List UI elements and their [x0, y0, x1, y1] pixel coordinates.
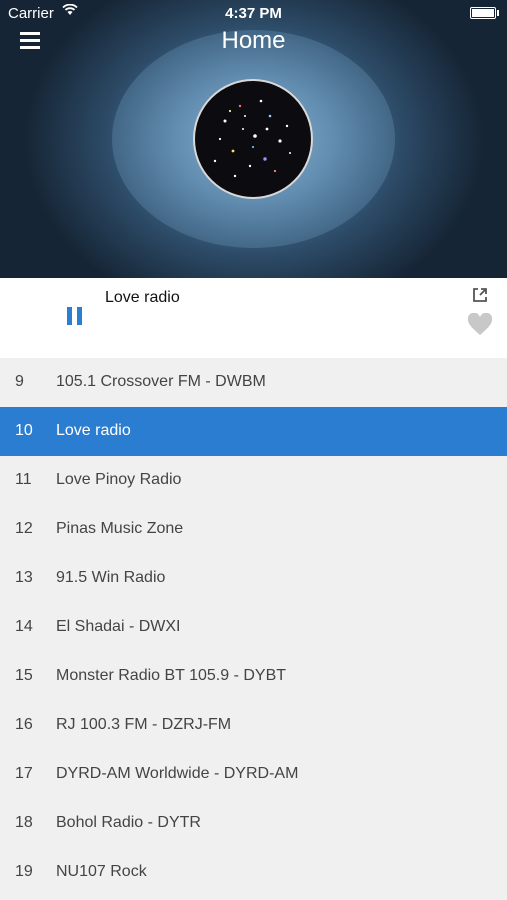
favorite-heart-icon[interactable] [467, 313, 493, 337]
station-name: Pinas Music Zone [56, 520, 184, 537]
station-number: 9 [15, 373, 24, 390]
station-number: 12 [15, 520, 33, 537]
station-name: Monster Radio BT 105.9 - DYBT [56, 667, 287, 684]
pause-icon-bar [67, 307, 72, 325]
station-number: 18 [15, 814, 33, 831]
station-name: RJ 100.3 FM - DZRJ-FM [56, 716, 232, 733]
status-time: 4:37 PM [225, 5, 282, 22]
station-name: 91.5 Win Radio [56, 569, 166, 586]
station-row[interactable]: 11 Love Pinoy Radio [0, 456, 507, 505]
pause-icon-bar [77, 307, 82, 325]
station-row[interactable]: 16 RJ 100.3 FM - DZRJ-FM [0, 701, 507, 750]
station-row[interactable]: 13 91.5 Win Radio [0, 554, 507, 603]
station-number: 14 [15, 618, 33, 635]
status-bar: Carrier 4:37 PM [0, 0, 507, 28]
share-icon[interactable] [470, 285, 490, 305]
station-artwork [193, 79, 313, 199]
station-row[interactable]: 12 Pinas Music Zone [0, 505, 507, 554]
starfield-image [213, 99, 291, 178]
station-number: 11 [15, 471, 32, 488]
station-name: DYRD-AM Worldwide - DYRD-AM [56, 765, 299, 782]
station-row[interactable]: 14 El Shadai - DWXI [0, 603, 507, 652]
station-row[interactable]: 10 Love radio [0, 407, 507, 456]
station-row[interactable]: 15 Monster Radio BT 105.9 - DYBT [0, 652, 507, 701]
station-row[interactable]: 18 Bohol Radio - DYTR [0, 799, 507, 848]
station-name: Bohol Radio - DYTR [56, 814, 201, 831]
station-name: NU107 Rock [56, 863, 147, 880]
station-list: 9 105.1 Crossover FM - DWBM 10 Love radio 11… [0, 358, 507, 897]
station-number: 16 [15, 716, 33, 733]
station-name: Love Pinoy Radio [56, 471, 182, 488]
station-number: 15 [15, 667, 33, 684]
pause-button[interactable] [66, 307, 84, 325]
battery-icon [470, 7, 496, 19]
page-title: Home [221, 27, 286, 54]
station-number: 10 [15, 422, 33, 439]
station-name: El Shadai - DWXI [56, 618, 181, 635]
station-row[interactable]: 9 105.1 Crossover FM - DWBM [0, 358, 507, 407]
station-name: 105.1 Crossover FM - DWBM [56, 373, 266, 390]
station-number: 13 [15, 569, 33, 586]
station-row[interactable]: 19 NU107 Rock [0, 848, 507, 897]
station-number: 17 [15, 765, 33, 782]
station-row[interactable]: 17 DYRD-AM Worldwide - DYRD-AM [0, 750, 507, 799]
now-playing-title: Love radio [105, 289, 180, 306]
station-name: Love radio [56, 422, 131, 439]
battery-cap [497, 10, 499, 16]
station-number: 19 [15, 863, 33, 880]
